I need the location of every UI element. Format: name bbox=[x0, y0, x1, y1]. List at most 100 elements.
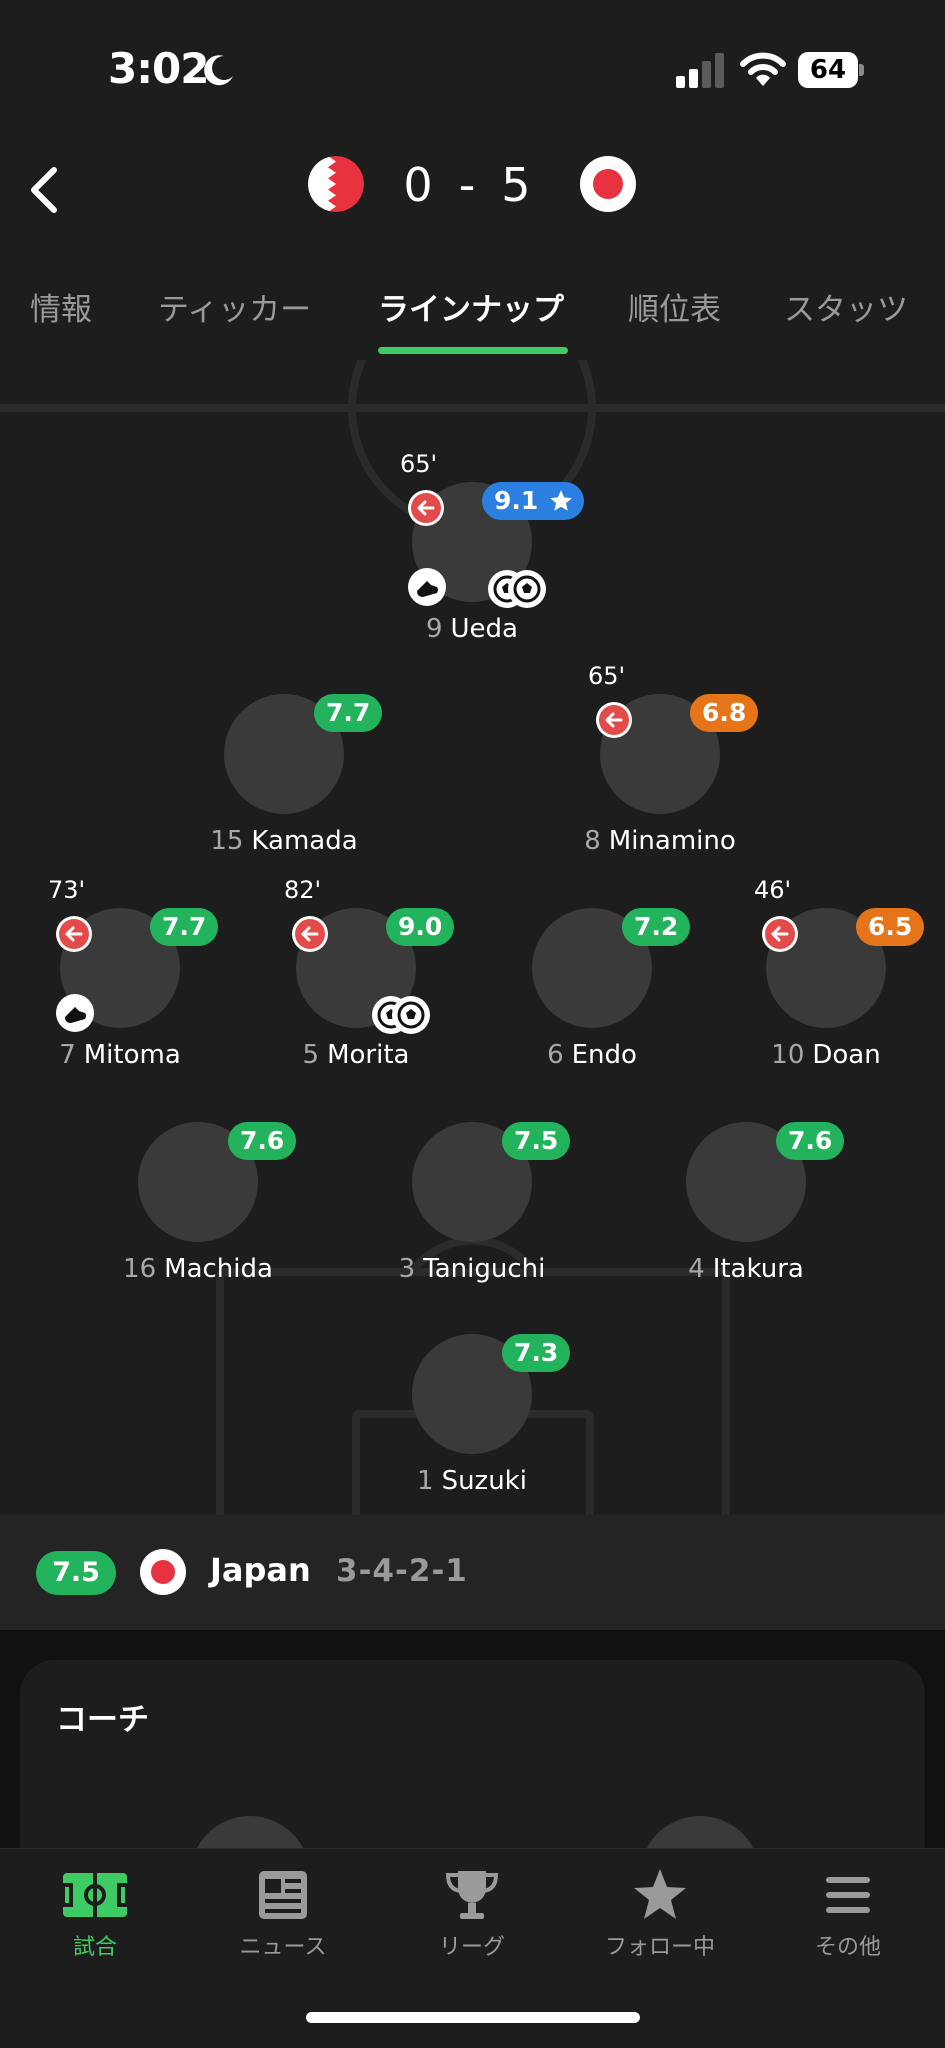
news-icon bbox=[259, 1871, 307, 1919]
sub-off-icon bbox=[292, 916, 328, 952]
nav-matches[interactable]: 試合 bbox=[15, 1867, 175, 1977]
assist-boot-icon bbox=[56, 994, 94, 1032]
nav-news[interactable]: ニュース bbox=[203, 1867, 363, 1977]
nav-leagues[interactable]: リーグ bbox=[392, 1867, 552, 1977]
player-rating: 7.7 bbox=[150, 908, 219, 946]
player-number: 15 bbox=[210, 826, 244, 856]
team-summary-bar: 7.5 Japan 3-4-2-1 bbox=[0, 1515, 945, 1630]
tab-lineup[interactable]: ラインナップ bbox=[378, 284, 564, 329]
player-endo[interactable]: 7.2 6 Endo bbox=[472, 866, 712, 1070]
player-morita[interactable]: 82' 9.0 5 Morita bbox=[236, 866, 476, 1070]
team-formation: 3-4-2-1 bbox=[336, 1553, 468, 1589]
player-suzuki[interactable]: 7.3 1 Suzuki bbox=[352, 1292, 592, 1496]
trophy-icon bbox=[445, 1871, 499, 1919]
player-doan[interactable]: 46' 6.5 10 Doan bbox=[706, 866, 945, 1070]
active-tab-indicator bbox=[378, 347, 568, 354]
player-number: 8 bbox=[584, 826, 601, 856]
nav-following[interactable]: フォロー中 bbox=[580, 1867, 740, 1977]
player-name: Endo bbox=[571, 1040, 637, 1070]
player-name-label: 3 Taniguchi bbox=[352, 1254, 592, 1284]
player-rating: 7.7 bbox=[314, 694, 383, 732]
player-name-label: 15 Kamada bbox=[164, 826, 404, 856]
wifi-icon bbox=[740, 52, 786, 86]
sub-off-icon bbox=[596, 702, 632, 738]
player-number: 4 bbox=[688, 1254, 705, 1284]
player-name-label: 1 Suzuki bbox=[352, 1466, 592, 1496]
back-button[interactable] bbox=[14, 150, 74, 230]
player-number: 3 bbox=[398, 1254, 416, 1284]
player-number: 1 bbox=[417, 1466, 434, 1496]
away-score: 5 bbox=[501, 158, 537, 212]
team-rating: 7.5 bbox=[36, 1551, 116, 1595]
sub-minute: 65' bbox=[400, 450, 438, 478]
player-name: Taniguchi bbox=[423, 1254, 546, 1284]
match-header: 0-5 情報 ティッカー ラインナップ 順位表 スタッツ bbox=[0, 140, 945, 360]
player-number: 16 bbox=[123, 1254, 157, 1284]
player-number: 5 bbox=[302, 1040, 320, 1070]
battery-level: 64 bbox=[798, 52, 858, 88]
star-icon bbox=[634, 1869, 686, 1919]
bahrain-flag-icon[interactable] bbox=[308, 156, 364, 212]
cellular-signal-icon bbox=[676, 53, 724, 88]
player-name: Minamino bbox=[608, 826, 736, 856]
player-name-label: 16 Machida bbox=[78, 1254, 318, 1284]
player-ueda[interactable]: 65' 9.1 9 Ueda bbox=[352, 440, 592, 644]
player-rating: 7.6 bbox=[776, 1122, 845, 1160]
player-number: 7 bbox=[59, 1040, 76, 1070]
player-name-label: 9 Ueda bbox=[352, 614, 592, 644]
tab-info[interactable]: 情報 bbox=[30, 284, 92, 329]
player-name: Suzuki bbox=[441, 1466, 527, 1496]
player-name-label: 4 Itakura bbox=[626, 1254, 866, 1284]
moon-icon bbox=[204, 55, 233, 86]
tab-stats[interactable]: スタッツ bbox=[784, 284, 908, 329]
battery-tip bbox=[859, 64, 864, 76]
sub-off-icon bbox=[408, 490, 444, 526]
status-time: 3:02 bbox=[108, 44, 209, 93]
sub-minute: 73' bbox=[48, 876, 86, 904]
player-name-label: 5 Morita bbox=[236, 1040, 476, 1070]
nav-label: その他 bbox=[814, 1935, 881, 1960]
player-name-label: 10 Doan bbox=[706, 1040, 945, 1070]
tab-ticker[interactable]: ティッカー bbox=[158, 284, 311, 329]
player-number: 10 bbox=[771, 1040, 805, 1070]
star-icon bbox=[550, 490, 573, 511]
score-separator: - bbox=[458, 158, 482, 212]
player-minamino[interactable]: 65' 6.8 8 Minamino bbox=[540, 652, 780, 856]
player-taniguchi[interactable]: 7.5 3 Taniguchi bbox=[352, 1080, 592, 1284]
nav-label: フォロー中 bbox=[604, 1935, 715, 1960]
player-name-label: 6 Endo bbox=[472, 1040, 712, 1070]
player-name: Machida bbox=[164, 1254, 273, 1284]
rating-value: 9.1 bbox=[494, 486, 539, 515]
tab-standings[interactable]: 順位表 bbox=[628, 284, 721, 329]
japan-flag-icon[interactable] bbox=[580, 156, 636, 212]
sub-off-icon bbox=[56, 916, 92, 952]
japan-flag-icon bbox=[140, 1549, 186, 1595]
match-score: 0-5 bbox=[390, 158, 550, 212]
player-rating: 9.0 bbox=[386, 908, 455, 946]
player-kamada[interactable]: 7.7 15 Kamada bbox=[164, 652, 404, 856]
player-name: Ueda bbox=[450, 614, 518, 644]
home-indicator bbox=[306, 2012, 640, 2023]
player-rating: 7.3 bbox=[502, 1334, 571, 1372]
player-number: 6 bbox=[547, 1040, 564, 1070]
nav-more[interactable]: その他 bbox=[768, 1867, 928, 1977]
status-bar: 3:02 64 bbox=[0, 0, 945, 140]
nav-label: リーグ bbox=[438, 1935, 505, 1960]
lineup-pitch: 65' 9.1 9 Ueda 7.7 15 Kamada 65' 6.8 8 M… bbox=[0, 360, 945, 1515]
player-rating: 9.1 bbox=[482, 482, 585, 520]
app-screen: 3:02 64 0 - 5 情報 ティッカー ラインナップ 順位表 スタッツ 6… bbox=[0, 0, 945, 2048]
player-machida[interactable]: 7.6 16 Machida bbox=[78, 1080, 318, 1284]
player-mitoma[interactable]: 73' 7.7 7 Mitoma bbox=[0, 866, 240, 1070]
sub-off-icon bbox=[762, 916, 798, 952]
player-itakura[interactable]: 7.6 4 Itakura bbox=[626, 1080, 866, 1284]
player-name: Doan bbox=[812, 1040, 881, 1070]
goal-ball-icon bbox=[508, 570, 546, 608]
nav-label: 試合 bbox=[72, 1935, 117, 1960]
pitch-icon bbox=[61, 1873, 129, 1917]
sub-minute: 82' bbox=[284, 876, 322, 904]
team-name: Japan bbox=[210, 1551, 311, 1589]
chevron-left-icon bbox=[31, 167, 57, 213]
player-name-label: 8 Minamino bbox=[540, 826, 780, 856]
battery-indicator: 64 bbox=[798, 52, 864, 88]
nav-label: ニュース bbox=[239, 1935, 327, 1960]
